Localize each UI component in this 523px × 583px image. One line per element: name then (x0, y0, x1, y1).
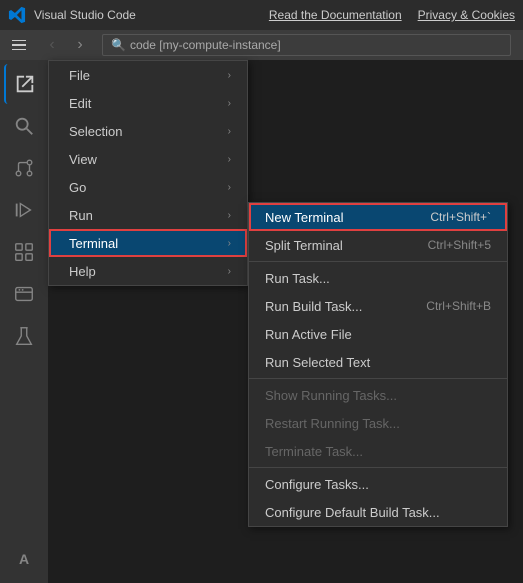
submenu-item-configure-tasks[interactable]: Configure Tasks... (249, 470, 507, 498)
sidebar-item-extensions[interactable] (4, 232, 44, 272)
title-bar-links: Read the Documentation Privacy & Cookies (269, 8, 515, 22)
navigation-controls: ‹ › (40, 33, 92, 57)
menu-item-edit-label: Edit (69, 96, 91, 111)
source-control-icon (13, 157, 35, 179)
chevron-right-icon: › (228, 182, 231, 193)
sidebar-item-test[interactable] (4, 316, 44, 356)
run-debug-icon (13, 199, 35, 221)
menu-item-selection-label: Selection (69, 124, 122, 139)
flask-icon (13, 325, 35, 347)
privacy-link[interactable]: Privacy & Cookies (418, 8, 515, 22)
search-bar-text: code [my-compute-instance] (130, 38, 281, 52)
submenu-item-restart-running-task: Restart Running Task... (249, 409, 507, 437)
submenu-separator-1 (249, 261, 507, 262)
remote-icon (13, 283, 35, 305)
terminate-task-label: Terminate Task... (265, 444, 363, 459)
split-terminal-label: Split Terminal (265, 238, 343, 253)
submenu-item-run-build-task[interactable]: Run Build Task... Ctrl+Shift+B (249, 292, 507, 320)
search-bar-icon: 🔍 (111, 38, 126, 52)
file-menu-dropdown: File › Edit › Selection › View › Go › Ru… (48, 60, 248, 286)
forward-button[interactable]: › (68, 33, 92, 57)
restart-running-task-label: Restart Running Task... (265, 416, 400, 431)
chevron-right-icon: › (228, 154, 231, 165)
title-bar: Visual Studio Code Read the Documentatio… (0, 0, 523, 30)
menu-item-selection[interactable]: Selection › (49, 117, 247, 145)
menu-item-edit[interactable]: Edit › (49, 89, 247, 117)
submenu-item-run-selected-text[interactable]: Run Selected Text (249, 348, 507, 376)
app-title: Visual Studio Code (34, 8, 261, 22)
submenu-item-terminate-task: Terminate Task... (249, 437, 507, 465)
sidebar-item-remote[interactable] (4, 274, 44, 314)
menu-item-go[interactable]: Go › (49, 173, 247, 201)
run-active-file-label: Run Active File (265, 327, 352, 342)
sidebar: A (0, 60, 48, 583)
chevron-right-icon: › (228, 126, 231, 137)
menu-item-terminal-label: Terminal (69, 236, 118, 251)
menu-item-help[interactable]: Help › (49, 257, 247, 285)
menu-item-run[interactable]: Run › (49, 201, 247, 229)
menu-item-terminal[interactable]: Terminal › (49, 229, 247, 257)
submenu-item-show-running-tasks: Show Running Tasks... (249, 381, 507, 409)
run-build-task-shortcut: Ctrl+Shift+B (426, 299, 491, 313)
configure-default-build-task-label: Configure Default Build Task... (265, 505, 440, 520)
chevron-right-icon: › (228, 210, 231, 221)
new-terminal-shortcut: Ctrl+Shift+` (430, 210, 491, 224)
vscode-logo-icon (8, 6, 26, 24)
configure-tasks-label: Configure Tasks... (265, 477, 369, 492)
submenu-item-run-active-file[interactable]: Run Active File (249, 320, 507, 348)
accounts-icon: A (19, 551, 29, 567)
submenu-item-configure-default-build-task[interactable]: Configure Default Build Task... (249, 498, 507, 526)
sidebar-item-search[interactable] (4, 106, 44, 146)
chevron-right-icon: › (228, 238, 231, 249)
back-button[interactable]: ‹ (40, 33, 64, 57)
extensions-icon (13, 241, 35, 263)
menu-bar: ‹ › 🔍 code [my-compute-instance] (0, 30, 523, 60)
menu-item-view-label: View (69, 152, 97, 167)
sidebar-item-accounts[interactable]: A (4, 539, 44, 579)
submenu-item-new-terminal[interactable]: New Terminal Ctrl+Shift+` (249, 203, 507, 231)
menu-item-file-label: File (69, 68, 90, 83)
address-bar[interactable]: 🔍 code [my-compute-instance] (102, 34, 511, 56)
hamburger-menu-button[interactable] (4, 30, 34, 60)
show-running-tasks-label: Show Running Tasks... (265, 388, 397, 403)
chevron-right-icon: › (228, 98, 231, 109)
submenu-separator-3 (249, 467, 507, 468)
terminal-submenu: New Terminal Ctrl+Shift+` Split Terminal… (248, 202, 508, 527)
submenu-item-split-terminal[interactable]: Split Terminal Ctrl+Shift+5 (249, 231, 507, 259)
main-layout: A File › Edit › Selection › View › Go (0, 60, 523, 583)
run-selected-text-label: Run Selected Text (265, 355, 370, 370)
split-terminal-shortcut: Ctrl+Shift+5 (428, 238, 491, 252)
explorer-icon (14, 73, 36, 95)
sidebar-item-explorer[interactable] (4, 64, 44, 104)
run-build-task-label: Run Build Task... (265, 299, 362, 314)
chevron-right-icon: › (228, 70, 231, 81)
submenu-separator-2 (249, 378, 507, 379)
chevron-right-icon: › (228, 266, 231, 277)
new-terminal-label: New Terminal (265, 210, 344, 225)
menu-item-file[interactable]: File › (49, 61, 247, 89)
run-task-label: Run Task... (265, 271, 330, 286)
menu-item-help-label: Help (69, 264, 96, 279)
menu-item-run-label: Run (69, 208, 93, 223)
sidebar-item-source-control[interactable] (4, 148, 44, 188)
content-area: File › Edit › Selection › View › Go › Ru… (48, 60, 523, 583)
submenu-item-run-task[interactable]: Run Task... (249, 264, 507, 292)
menu-item-go-label: Go (69, 180, 86, 195)
sidebar-item-run[interactable] (4, 190, 44, 230)
search-sidebar-icon (13, 115, 35, 137)
menu-item-view[interactable]: View › (49, 145, 247, 173)
read-docs-link[interactable]: Read the Documentation (269, 8, 402, 22)
hamburger-icon (12, 40, 26, 51)
